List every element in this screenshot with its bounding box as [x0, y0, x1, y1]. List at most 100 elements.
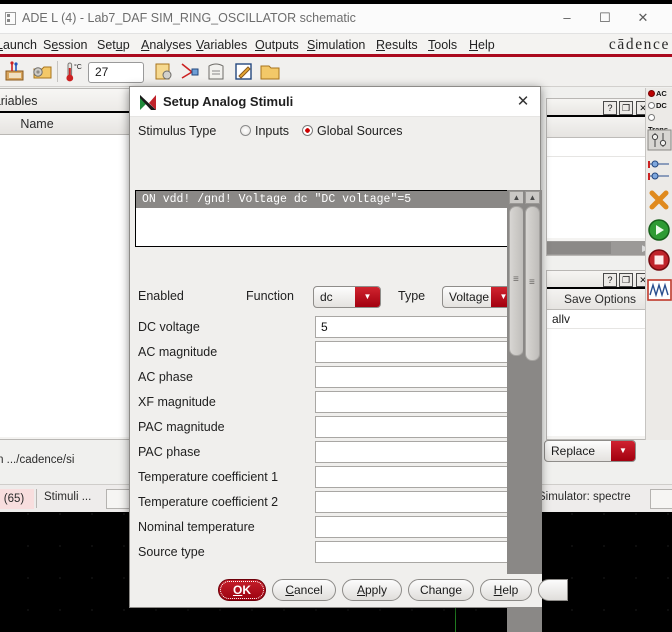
menu-launch[interactable]: Launch — [0, 38, 37, 52]
field-input-nominal-temperature[interactable] — [315, 516, 507, 538]
close-window-button[interactable]: ✕ — [626, 8, 660, 28]
status-simulator-text: Simulator: spectre — [538, 491, 631, 503]
chevron-down-icon[interactable]: ▼ — [355, 287, 380, 307]
field-input-temp-coeff-2[interactable] — [315, 491, 507, 513]
field-input-dc-voltage[interactable]: 5 — [315, 316, 507, 338]
menu-session[interactable]: Session — [43, 38, 87, 52]
screen-root: ADE L (4) - Lab7_DAF SIM_RING_OSCILLATOR… — [0, 0, 672, 632]
dialog-inner-vscroll-thumb[interactable] — [509, 206, 524, 356]
chevron-down-icon[interactable]: ▼ — [611, 441, 635, 461]
type-label: Type — [398, 289, 426, 303]
apply-button[interactable]: Apply — [342, 579, 402, 601]
field-row-xf-magnitude: XF magnitude — [130, 390, 507, 415]
menu-results[interactable]: Results — [376, 38, 418, 52]
save-options-float-icon[interactable]: ❐ — [619, 273, 633, 287]
vtool-radio-trans[interactable]: Trans — [646, 112, 672, 134]
menu-tools[interactable]: Tools — [428, 38, 457, 52]
outputs-hscroll-thumb[interactable] — [547, 242, 611, 254]
dialog-outer-vscroll-thumb[interactable] — [525, 206, 540, 361]
window-titlebar[interactable]: ADE L (4) - Lab7_DAF SIM_RING_OSCILLATOR… — [0, 0, 672, 34]
run-simulation-icon[interactable] — [647, 218, 672, 244]
field-label: PAC phase — [138, 445, 201, 459]
menu-variables[interactable]: Variables — [196, 38, 247, 52]
dialog-extra-button[interactable] — [538, 579, 568, 601]
menu-simulation[interactable]: Simulation — [307, 38, 365, 52]
field-input-ac-phase[interactable] — [315, 366, 507, 388]
field-label: AC phase — [138, 370, 193, 384]
outputs-hscrollbar[interactable]: ▶ — [547, 241, 653, 255]
scroll-up-icon[interactable]: ▲ — [525, 191, 540, 204]
simulation-vertical-toolbar: AC DC Trans — [645, 88, 672, 440]
replace-dropdown[interactable]: Replace ▼ — [544, 440, 636, 462]
design-variables-list[interactable] — [0, 135, 131, 437]
sliders-icon[interactable] — [647, 128, 672, 154]
menu-analyses[interactable]: Analyses — [141, 38, 192, 52]
stop-simulation-icon[interactable] — [647, 248, 672, 274]
ok-button[interactable]: OK — [218, 579, 266, 601]
dialog-close-icon[interactable]: ✕ — [512, 91, 534, 113]
temperature-input[interactable]: 27 — [88, 62, 144, 83]
dialog-spacer-band — [130, 147, 540, 179]
outputs-float-icon[interactable]: ❐ — [619, 101, 633, 115]
stimulus-parameter-form: DC voltage 5 AC magnitude AC phase XF ma… — [130, 315, 507, 577]
radio-inputs[interactable]: Inputs — [240, 124, 289, 138]
field-label: PAC magnitude — [138, 420, 225, 434]
netlist-icon[interactable] — [178, 60, 202, 84]
field-label: Source type — [138, 545, 205, 559]
dialog-outer-vscrollbar[interactable]: ▲ ▼ — [523, 190, 542, 632]
vtool-radio-ac[interactable]: AC — [646, 88, 672, 100]
session-setup-icon[interactable] — [4, 60, 28, 84]
nets-icon[interactable] — [647, 158, 672, 184]
open-results-icon[interactable] — [258, 60, 282, 84]
copy-design-icon[interactable] — [152, 60, 176, 84]
save-options-help-icon[interactable]: ? — [603, 273, 617, 287]
field-label: Nominal temperature — [138, 520, 255, 534]
scroll-up-icon[interactable]: ▲ — [509, 191, 524, 204]
radio-global-sources[interactable]: Global Sources — [302, 124, 402, 138]
type-dropdown[interactable]: Voltage ▼ — [442, 286, 516, 308]
delete-icon[interactable] — [647, 188, 672, 214]
radio-circle-icon — [302, 125, 313, 136]
dialog-titlebar[interactable]: Setup Analog Stimuli ✕ — [130, 87, 540, 117]
field-row-temp-coeff-1: Temperature coefficient 1 — [130, 465, 507, 490]
help-button[interactable]: Help — [480, 579, 532, 601]
list-item[interactable]: allv — [547, 310, 653, 329]
field-input-source-type[interactable] — [315, 541, 507, 563]
field-row-source-type: Source type — [130, 540, 507, 565]
edit-netlist-icon[interactable] — [232, 60, 256, 84]
status-field-2 — [650, 489, 672, 509]
outputs-list[interactable] — [547, 138, 653, 238]
menu-setup[interactable]: Setup — [97, 38, 130, 52]
vtool-radio-dc[interactable]: DC — [646, 100, 672, 112]
field-input-pac-phase[interactable] — [315, 441, 507, 463]
stimulus-controls-row: Enabled Function dc ▼ Type Voltage ▼ — [130, 282, 516, 312]
field-input-pac-magnitude[interactable] — [315, 416, 507, 438]
enabled-label: Enabled — [138, 289, 184, 303]
menubar: Launch Session Setup Analyses Variables … — [0, 34, 672, 57]
cancel-button[interactable]: Cancel — [272, 579, 336, 601]
stimulus-type-label: Stimulus Type — [138, 124, 217, 138]
maximize-button[interactable]: ☐ — [588, 8, 622, 28]
radio-circle-icon — [240, 125, 251, 136]
outputs-help-icon[interactable]: ? — [603, 101, 617, 115]
list-item[interactable]: ON vdd! /gnd! Voltage dc "DC voltage"=5 — [136, 191, 507, 208]
menu-help[interactable]: Help — [469, 38, 495, 52]
results-path-text: Results in .../cadence/si — [0, 454, 75, 466]
field-label: Temperature coefficient 2 — [138, 495, 279, 509]
annotate-icon[interactable] — [204, 60, 228, 84]
change-button[interactable]: Change — [408, 579, 474, 601]
toolbar: °C 27 — [0, 57, 672, 87]
outputs-row-blank[interactable] — [547, 138, 653, 157]
waveform-icon[interactable] — [647, 278, 672, 304]
field-input-temp-coeff-1[interactable] — [315, 466, 507, 488]
field-input-xf-magnitude[interactable] — [315, 391, 507, 413]
stimuli-list[interactable]: ON vdd! /gnd! Voltage dc "DC voltage"=5 — [135, 190, 507, 247]
function-dropdown[interactable]: dc ▼ — [313, 286, 381, 308]
status-stimuli-text[interactable]: Stimuli ... — [44, 491, 91, 503]
minimize-button[interactable]: – — [550, 8, 584, 28]
menu-outputs[interactable]: Outputs — [255, 38, 299, 52]
simulator-settings-icon[interactable] — [30, 60, 54, 84]
temperature-icon: °C — [62, 60, 86, 84]
save-options-list[interactable]: allv — [547, 310, 653, 436]
field-input-ac-magnitude[interactable] — [315, 341, 507, 363]
